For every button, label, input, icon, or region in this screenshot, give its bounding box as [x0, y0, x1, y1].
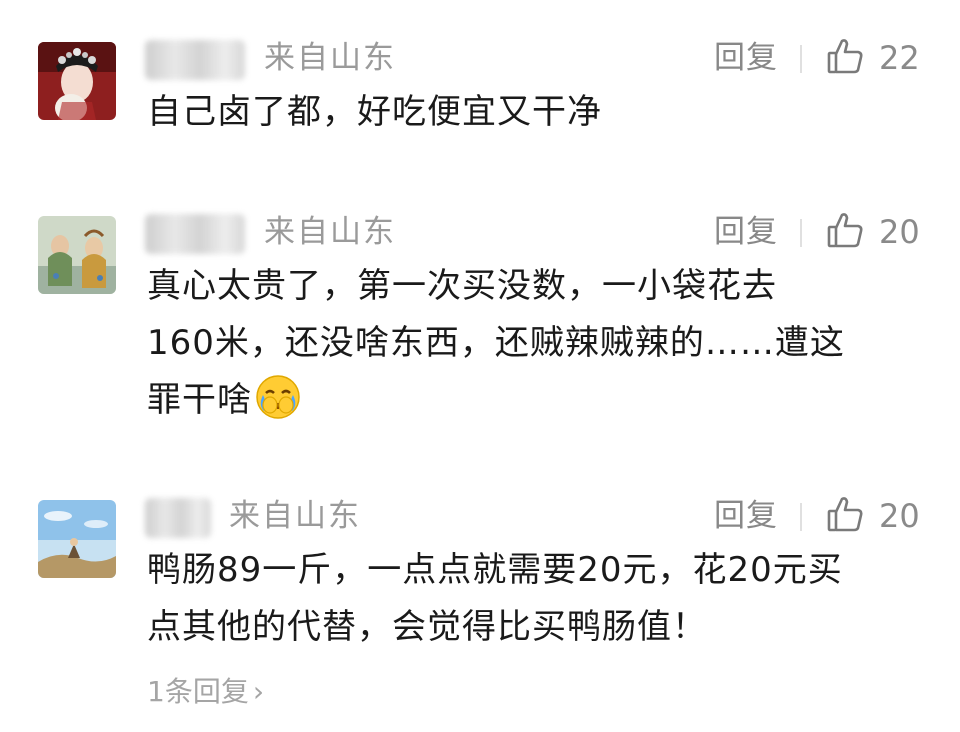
location-label: 来自山东: [229, 498, 361, 534]
divider: [800, 45, 802, 73]
comment-line: 160米，还没啥东西，还贼辣贼辣的……遭这: [147, 323, 845, 363]
comment-line: 罪干啥: [147, 380, 252, 420]
comment-line: 点其他的代替，会觉得比买鸭肠值！: [147, 607, 707, 647]
location-label: 来自山东: [264, 40, 396, 76]
comment-line-with-emoji: 罪干啥: [147, 372, 937, 429]
chevron-right-icon: ›: [252, 675, 265, 708]
thumbs-up-icon[interactable]: [826, 495, 864, 533]
divider: [800, 219, 802, 247]
reply-button[interactable]: 回复: [714, 496, 778, 536]
comment-line: 真心太贵了，第一次买没数，一小袋花去: [147, 266, 777, 306]
username-blurred[interactable]: [145, 40, 245, 80]
like-count: 20: [879, 497, 920, 535]
username-blurred[interactable]: [145, 498, 211, 538]
comment-line: 鸭肠89一斤，一点点就需要20元，花20元买: [147, 550, 843, 590]
divider: [800, 503, 802, 531]
avatar[interactable]: [38, 216, 116, 294]
comment-text: 自己卤了都，好吃便宜又干净: [147, 84, 937, 141]
like-count: 20: [879, 213, 920, 251]
reply-button[interactable]: 回复: [714, 212, 778, 252]
avatar[interactable]: [38, 42, 116, 120]
avatar[interactable]: [38, 500, 116, 578]
thumbs-up-icon[interactable]: [826, 37, 864, 75]
comment-line: 自己卤了都，好吃便宜又干净: [147, 92, 602, 132]
thumbs-up-icon[interactable]: [826, 211, 864, 249]
comment-text: 真心太贵了，第一次买没数，一小袋花去 160米，还没啥东西，还贼辣贼辣的……遭这…: [147, 258, 937, 429]
reply-count-label: 1条回复: [147, 675, 249, 708]
view-replies-link[interactable]: 1条回复 ›: [147, 672, 264, 712]
opera-performer-avatar-icon: [38, 42, 116, 120]
crying-face-emoji-icon: [254, 373, 302, 421]
comment-text: 鸭肠89一斤，一点点就需要20元，花20元买 点其他的代替，会觉得比买鸭肠值！: [147, 542, 937, 656]
figures-painting-avatar-icon: [38, 216, 116, 294]
like-count: 22: [879, 39, 920, 77]
username-blurred[interactable]: [145, 214, 245, 254]
reply-button[interactable]: 回复: [714, 38, 778, 78]
landscape-sky-avatar-icon: [38, 500, 116, 578]
location-label: 来自山东: [264, 214, 396, 250]
